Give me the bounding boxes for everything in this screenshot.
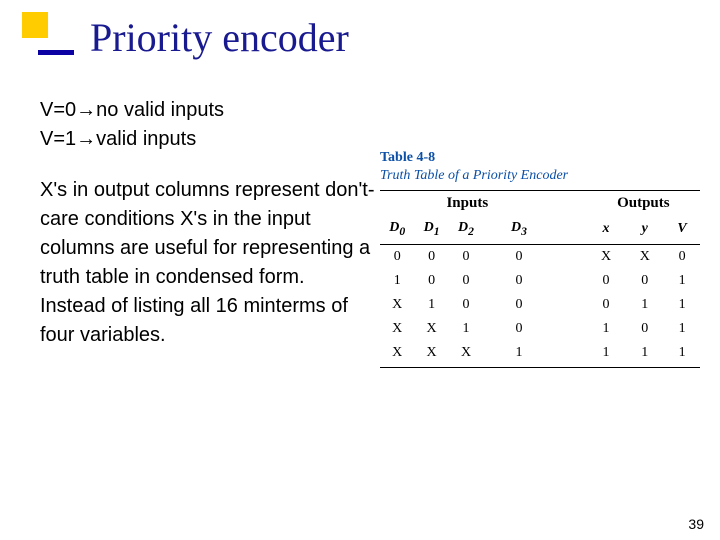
cell: 0 (414, 269, 448, 293)
cell: 1 (664, 293, 700, 317)
cell: 1 (483, 341, 586, 368)
cell: 0 (587, 293, 626, 317)
table-row: 1 0 0 0 0 0 1 (380, 269, 700, 293)
col-x: x (587, 216, 626, 244)
accent-underline (38, 50, 74, 55)
cell: 0 (625, 269, 664, 293)
group-header-outputs: Outputs (587, 191, 700, 217)
cell: 1 (380, 269, 414, 293)
col-D3: D3 (483, 216, 586, 244)
table-row: X X X 1 1 1 1 (380, 341, 700, 368)
table-caption: Truth Table of a Priority Encoder (380, 168, 700, 184)
truth-table-block: Table 4-8 Truth Table of a Priority Enco… (380, 150, 700, 368)
cell: 1 (625, 341, 664, 368)
cell: 1 (587, 341, 626, 368)
cell: X (380, 293, 414, 317)
table-column-header-row: D0 D1 D2 D3 x y V (380, 216, 700, 244)
cell: 1 (664, 269, 700, 293)
cell: 0 (625, 317, 664, 341)
table-row: X X 1 0 1 0 1 (380, 317, 700, 341)
cell: 0 (449, 244, 483, 269)
col-V: V (664, 216, 700, 244)
cell: X (587, 244, 626, 269)
table-ref: Table 4-8 (380, 150, 700, 166)
cell: 1 (664, 317, 700, 341)
col-D0: D0 (380, 216, 414, 244)
cell: 0 (587, 269, 626, 293)
body-line-2: V=1→valid inputs (40, 125, 375, 154)
cell: 1 (625, 293, 664, 317)
col-D1: D1 (414, 216, 448, 244)
cell: 1 (587, 317, 626, 341)
accent-square (22, 12, 48, 38)
page-number: 39 (688, 516, 704, 532)
cell: 0 (483, 317, 586, 341)
cell: 0 (483, 269, 586, 293)
table-group-header-row: Inputs Outputs (380, 191, 700, 217)
cell: 0 (380, 244, 414, 269)
cell: X (414, 317, 448, 341)
cell: 0 (449, 269, 483, 293)
body-paragraph: X's in output columns represent don't-ca… (40, 176, 375, 350)
group-header-inputs: Inputs (380, 191, 587, 217)
cell: 1 (414, 293, 448, 317)
cell: 0 (449, 293, 483, 317)
cell: 0 (664, 244, 700, 269)
body-text: V=0→no valid inputs V=1→valid inputs X's… (40, 96, 375, 350)
cell: X (449, 341, 483, 368)
truth-table: Inputs Outputs D0 D1 D2 D3 x y V 0 0 0 0… (380, 190, 700, 368)
cell: X (414, 341, 448, 368)
cell: 0 (483, 293, 586, 317)
truth-table-body: 0 0 0 0 X X 0 1 0 0 0 0 0 1 X 1 0 0 (380, 244, 700, 367)
col-y: y (625, 216, 664, 244)
cell: X (380, 317, 414, 341)
page-title: Priority encoder (90, 14, 349, 61)
table-row: 0 0 0 0 X X 0 (380, 244, 700, 269)
cell: 1 (449, 317, 483, 341)
body-line-1: V=0→no valid inputs (40, 96, 375, 125)
col-D2: D2 (449, 216, 483, 244)
cell: 0 (414, 244, 448, 269)
table-row: X 1 0 0 0 1 1 (380, 293, 700, 317)
cell: X (625, 244, 664, 269)
cell: 1 (664, 341, 700, 368)
cell: 0 (483, 244, 586, 269)
cell: X (380, 341, 414, 368)
